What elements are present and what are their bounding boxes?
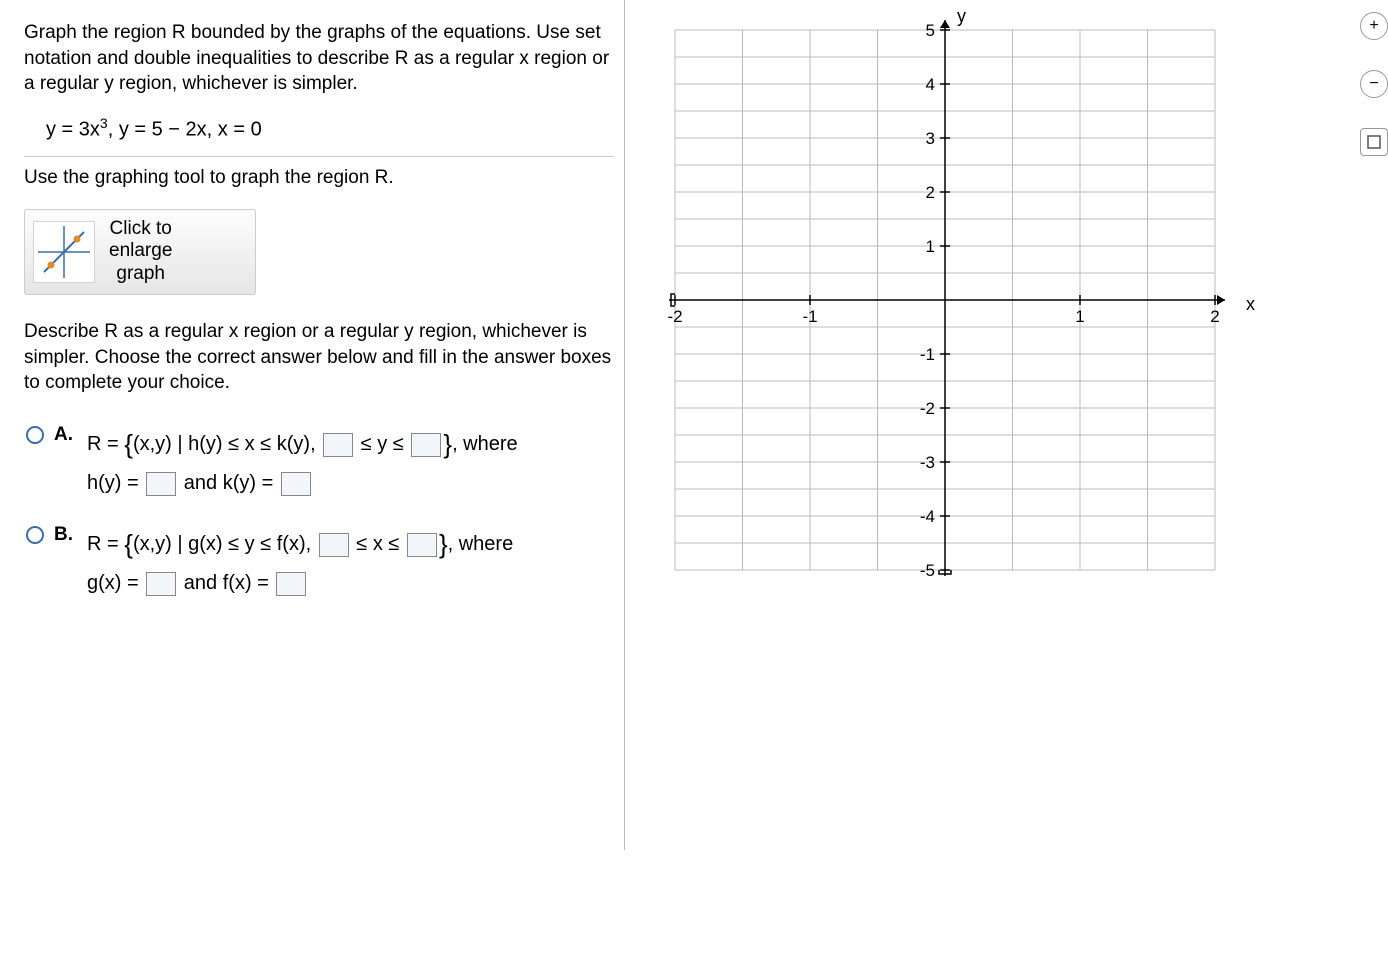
choice-a: A. R = {(x,y) | h(y) ≤ x ≤ k(y), ≤ y ≤ }… <box>26 422 614 500</box>
radio-b[interactable] <box>26 526 44 544</box>
answer-input[interactable] <box>323 433 353 457</box>
svg-text:2: 2 <box>1210 307 1219 326</box>
svg-text:-4: -4 <box>920 507 935 526</box>
given-equations: y = 3x3, y = 5 − 2x, x = 0 <box>46 115 614 142</box>
answer-input[interactable] <box>407 533 437 557</box>
choice-b-label: B. <box>54 524 73 546</box>
svg-text:-2: -2 <box>920 399 935 418</box>
fullscreen-icon[interactable] <box>1360 128 1388 156</box>
graph-instruction: Use the graphing tool to graph the regio… <box>24 167 614 189</box>
answer-input[interactable] <box>146 472 176 496</box>
svg-text:-1: -1 <box>802 307 817 326</box>
svg-text:4: 4 <box>926 75 935 94</box>
graph-panel: y x -2-11254321-1-2-3-4-5 <box>625 0 1388 590</box>
answer-input[interactable] <box>281 472 311 496</box>
svg-text:1: 1 <box>1075 307 1084 326</box>
svg-text:-2: -2 <box>667 307 682 326</box>
answer-input[interactable] <box>411 433 441 457</box>
choice-b: B. R = {(x,y) | g(x) ≤ y ≤ f(x), ≤ x ≤ }… <box>26 522 614 600</box>
choice-a-body: R = {(x,y) | h(y) ≤ x ≤ k(y), ≤ y ≤ }, w… <box>87 422 518 500</box>
coordinate-grid[interactable]: y x -2-11254321-1-2-3-4-5 <box>655 10 1235 590</box>
enlarge-graph-button[interactable]: Click to enlarge graph <box>24 209 256 295</box>
radio-a[interactable] <box>26 426 44 444</box>
problem-statement: Graph the region R bounded by the graphs… <box>24 20 614 97</box>
answer-input[interactable] <box>319 533 349 557</box>
svg-text:1: 1 <box>926 237 935 256</box>
zoom-out-icon[interactable]: − <box>1360 70 1388 98</box>
svg-text:5: 5 <box>926 21 935 40</box>
enlarge-graph-label: Click to enlarge graph <box>109 218 172 286</box>
side-toolbar: + − <box>1360 12 1388 156</box>
svg-text:-1: -1 <box>920 345 935 364</box>
answer-input[interactable] <box>146 572 176 596</box>
question-panel: Graph the region R bounded by the graphs… <box>0 0 625 850</box>
divider <box>24 156 614 157</box>
svg-text:-5: -5 <box>920 561 935 580</box>
describe-instruction: Describe R as a regular x region or a re… <box>24 319 614 396</box>
svg-text:3: 3 <box>926 129 935 148</box>
zoom-in-icon[interactable]: + <box>1360 12 1388 40</box>
svg-text:2: 2 <box>926 183 935 202</box>
svg-text:-3: -3 <box>920 453 935 472</box>
choice-a-label: A. <box>54 424 73 446</box>
choice-b-body: R = {(x,y) | g(x) ≤ y ≤ f(x), ≤ x ≤ }, w… <box>87 522 513 600</box>
answer-input[interactable] <box>276 572 306 596</box>
x-axis-label: x <box>1246 294 1255 315</box>
graph-thumbnail-icon <box>33 221 95 283</box>
